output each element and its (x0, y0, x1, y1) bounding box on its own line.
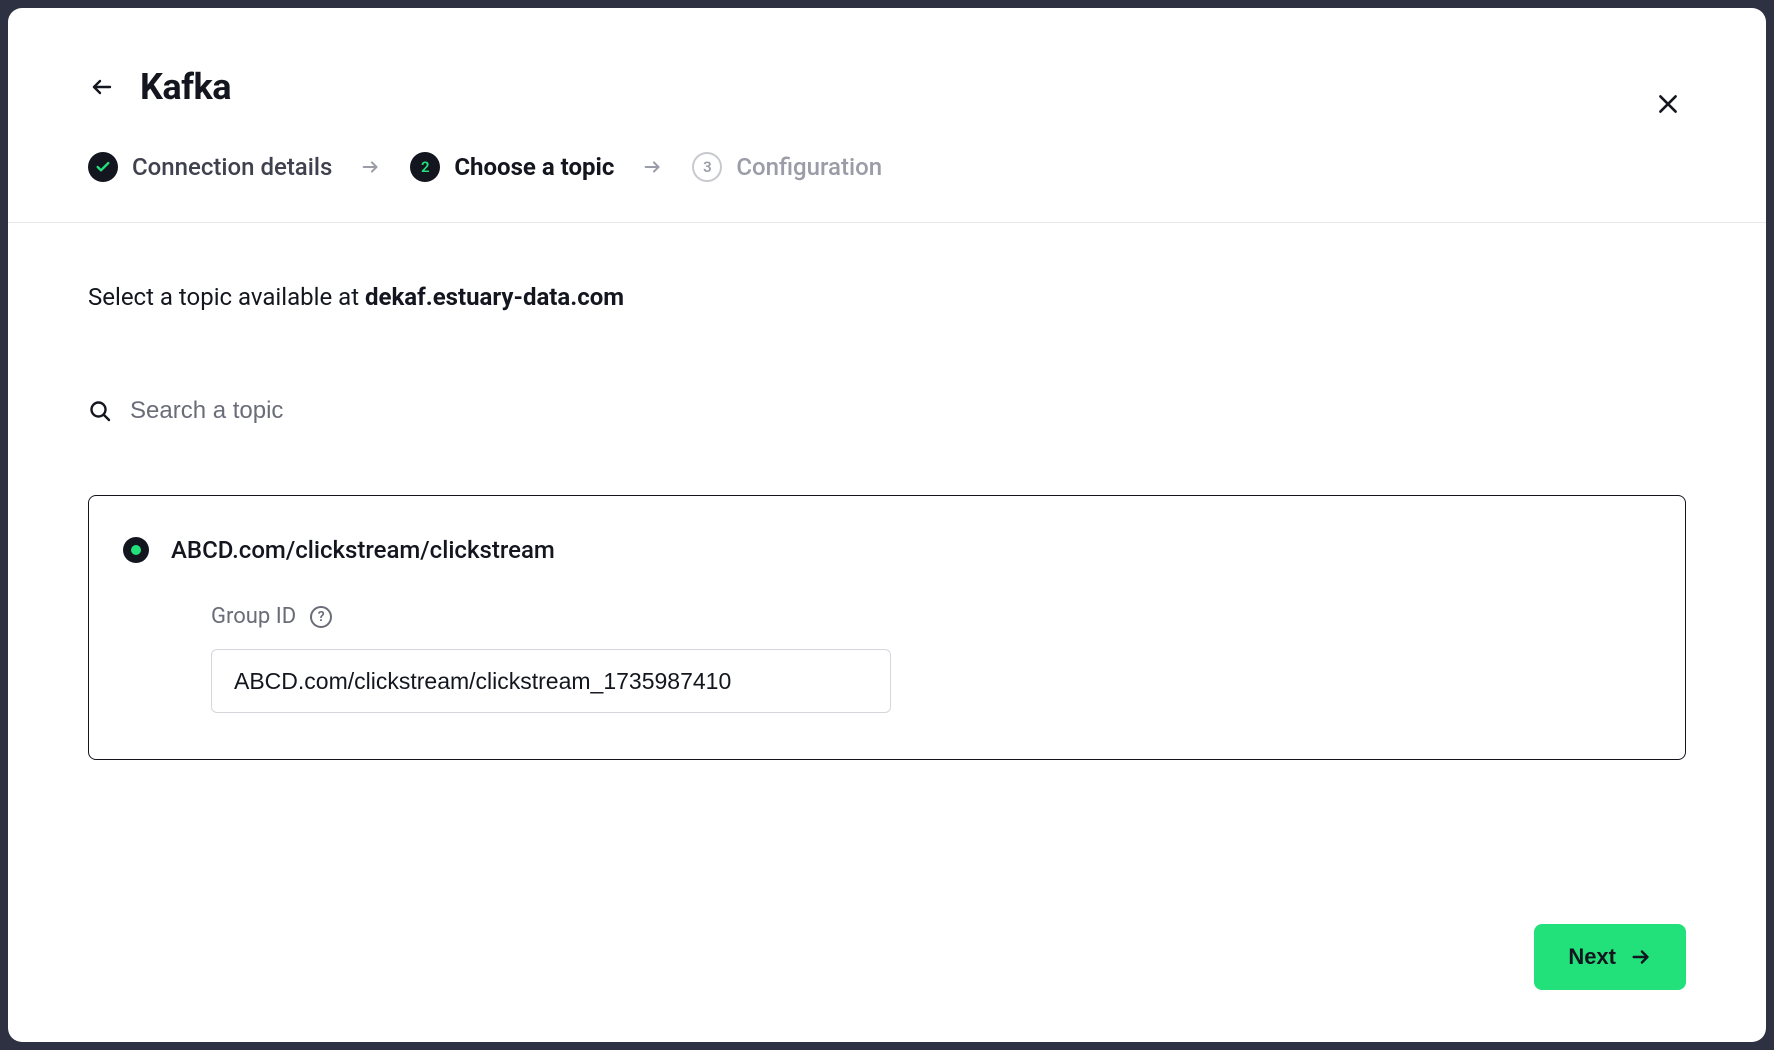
group-id-input[interactable] (211, 649, 891, 713)
topic-card[interactable]: ABCD.com/clickstream/clickstream Group I… (88, 495, 1686, 760)
group-id-label-row: Group ID ? (211, 604, 1651, 629)
group-id-section: Group ID ? (211, 604, 1651, 713)
search-row (88, 397, 1686, 425)
search-icon (88, 399, 112, 423)
chevron-right-icon (360, 156, 382, 178)
step-check-icon (88, 152, 118, 182)
footer: Next (1534, 924, 1686, 990)
step-number-icon: 2 (410, 152, 440, 182)
next-button[interactable]: Next (1534, 924, 1686, 990)
step-number-icon: 3 (692, 152, 722, 182)
step-configuration: 3 Configuration (692, 152, 882, 182)
title-row: Kafka (88, 66, 1686, 108)
instruction-text: Select a topic available at dekaf.estuar… (88, 283, 1686, 311)
stepper: Connection details 2 Choose a topic 3 Co… (8, 108, 1766, 223)
radio-inner-dot (131, 545, 141, 555)
next-button-label: Next (1568, 944, 1616, 970)
instruction-host: dekaf.estuary-data.com (365, 283, 624, 311)
chevron-right-icon (642, 156, 664, 178)
radio-selected-icon[interactable] (123, 537, 149, 563)
topic-name: ABCD.com/clickstream/clickstream (171, 536, 555, 564)
topic-row[interactable]: ABCD.com/clickstream/clickstream (123, 536, 1651, 564)
search-input[interactable] (130, 397, 730, 425)
instruction-prefix: Select a topic available at (88, 283, 365, 311)
arrow-right-icon (1630, 946, 1652, 968)
back-arrow-icon[interactable] (88, 73, 116, 101)
close-button[interactable] (1650, 86, 1686, 122)
modal-container: Kafka Connection details 2 Choose a topi… (8, 8, 1766, 1042)
step-label: Connection details (132, 153, 332, 181)
step-label: Configuration (736, 153, 882, 181)
modal-header: Kafka (8, 8, 1766, 108)
step-connection-details[interactable]: Connection details (88, 152, 332, 182)
step-label: Choose a topic (454, 153, 614, 181)
page-title: Kafka (140, 66, 231, 108)
group-id-label: Group ID (211, 604, 296, 629)
help-icon[interactable]: ? (310, 606, 332, 628)
content-area: Select a topic available at dekaf.estuar… (8, 223, 1766, 800)
step-choose-topic[interactable]: 2 Choose a topic (410, 152, 614, 182)
